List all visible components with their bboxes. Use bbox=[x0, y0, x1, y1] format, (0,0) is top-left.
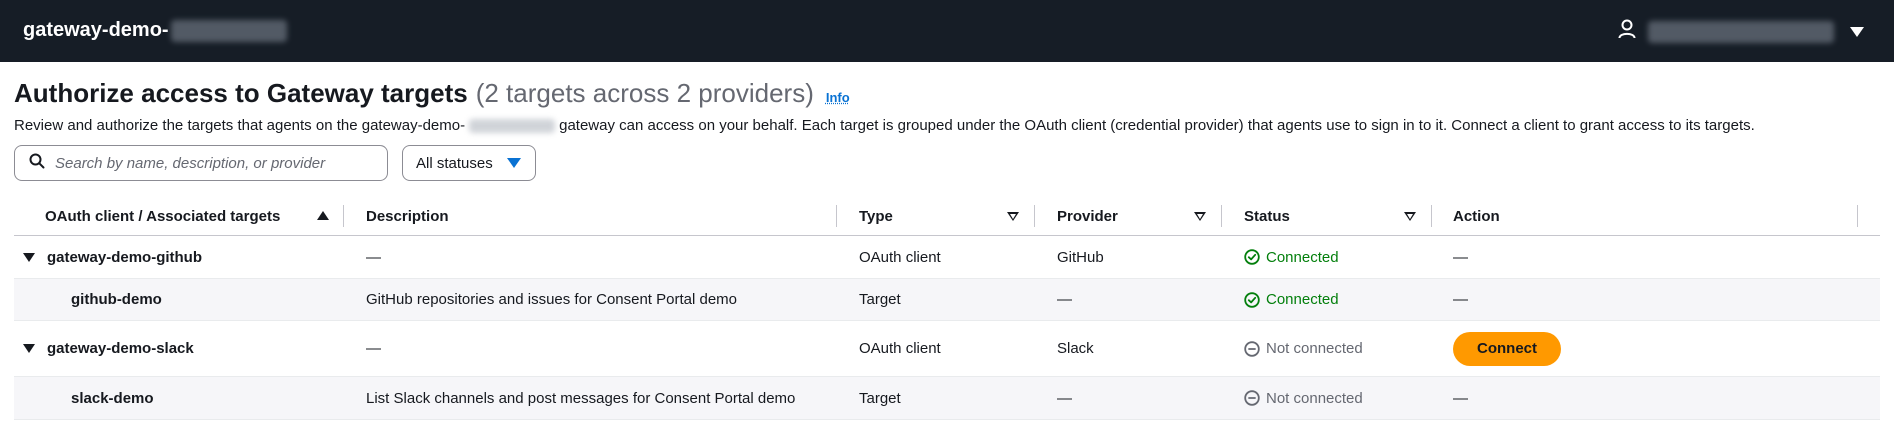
table-row-client: gateway-demo-github — OAuth client GitHu… bbox=[14, 236, 1880, 279]
row-provider: — bbox=[1057, 291, 1072, 308]
check-circle-icon bbox=[1244, 249, 1260, 265]
redacted-user-email bbox=[1648, 20, 1834, 43]
column-header-provider[interactable]: Provider bbox=[1057, 196, 1118, 236]
app-title[interactable]: gateway-demo- bbox=[23, 19, 287, 42]
chevron-down-icon[interactable] bbox=[1850, 26, 1864, 37]
row-name[interactable]: gateway-demo-slack bbox=[23, 321, 194, 376]
table-row-target: slack-demo List Slack channels and post … bbox=[14, 377, 1880, 420]
column-divider bbox=[1431, 205, 1432, 227]
sort-ascending-icon[interactable] bbox=[317, 211, 329, 220]
row-action: — bbox=[1453, 389, 1468, 407]
row-name: github-demo bbox=[71, 291, 162, 308]
filter-icon[interactable] bbox=[1404, 212, 1416, 221]
column-divider bbox=[1857, 205, 1858, 227]
expand-caret-icon[interactable] bbox=[23, 344, 35, 353]
column-header-description[interactable]: Description bbox=[366, 196, 449, 236]
status-filter-select[interactable]: All statuses bbox=[402, 145, 536, 181]
search-input[interactable] bbox=[55, 154, 375, 172]
expand-caret-icon[interactable] bbox=[23, 252, 35, 262]
table-row-target: github-demo GitHub repositories and issu… bbox=[14, 279, 1880, 321]
page-header: Authorize access to Gateway targets (2 t… bbox=[14, 78, 850, 109]
status-filter-value: All statuses bbox=[416, 154, 493, 172]
targets-table: OAuth client / Associated targets Descri… bbox=[14, 196, 1880, 420]
search-icon bbox=[29, 153, 45, 174]
column-header-status[interactable]: Status bbox=[1244, 196, 1290, 236]
description-start: Review and authorize the targets that ag… bbox=[14, 117, 466, 134]
row-description: — bbox=[366, 248, 381, 266]
user-menu[interactable] bbox=[1618, 19, 1864, 44]
row-action: Connect bbox=[1453, 321, 1561, 376]
app-title-text: gateway-demo- bbox=[23, 19, 169, 41]
column-header-name[interactable]: OAuth client / Associated targets bbox=[45, 196, 280, 236]
status-badge: Not connected bbox=[1244, 377, 1363, 419]
column-divider bbox=[1034, 205, 1035, 227]
row-name: slack-demo bbox=[71, 389, 154, 407]
row-type: OAuth client bbox=[859, 340, 941, 357]
row-description: — bbox=[366, 340, 381, 357]
page-count: (2 targets across 2 providers) bbox=[475, 78, 814, 108]
column-divider bbox=[836, 205, 837, 227]
row-description: List Slack channels and post messages fo… bbox=[366, 389, 796, 407]
row-action: — bbox=[1453, 291, 1468, 308]
status-badge: Connected bbox=[1244, 236, 1339, 278]
row-type: OAuth client bbox=[859, 248, 941, 266]
info-link[interactable]: Info bbox=[826, 90, 850, 105]
user-icon bbox=[1618, 19, 1636, 44]
column-divider bbox=[343, 205, 344, 227]
row-action: — bbox=[1453, 248, 1468, 266]
column-divider bbox=[1221, 205, 1222, 227]
minus-circle-icon bbox=[1244, 340, 1260, 357]
row-name[interactable]: gateway-demo-github bbox=[23, 236, 202, 278]
connect-button[interactable]: Connect bbox=[1453, 331, 1561, 366]
filter-icon[interactable] bbox=[1007, 212, 1019, 221]
row-provider: — bbox=[1057, 389, 1072, 407]
caret-down-icon bbox=[506, 158, 521, 168]
table-header: OAuth client / Associated targets Descri… bbox=[14, 196, 1880, 236]
check-circle-icon bbox=[1244, 291, 1260, 308]
row-description: GitHub repositories and issues for Conse… bbox=[366, 291, 738, 308]
row-type: Target bbox=[859, 389, 901, 407]
filter-icon[interactable] bbox=[1194, 212, 1206, 221]
row-provider: GitHub bbox=[1057, 248, 1104, 266]
description-end: gateway can access on your behalf. Each … bbox=[559, 117, 1755, 134]
status-badge: Not connected bbox=[1244, 321, 1363, 376]
redacted-gateway-id bbox=[170, 19, 287, 42]
status-badge: Connected bbox=[1244, 279, 1339, 320]
top-navigation-bar: gateway-demo- bbox=[0, 0, 1894, 62]
column-header-type[interactable]: Type bbox=[859, 196, 893, 236]
table-row-client: gateway-demo-slack — OAuth client Slack … bbox=[14, 321, 1880, 377]
page-title: Authorize access to Gateway targets bbox=[14, 78, 468, 108]
page-description: Review and authorize the targets that ag… bbox=[14, 117, 1755, 134]
row-type: Target bbox=[859, 291, 901, 308]
minus-circle-icon bbox=[1244, 390, 1260, 406]
column-header-action: Action bbox=[1453, 207, 1500, 225]
row-provider: Slack bbox=[1057, 340, 1094, 357]
search-box[interactable] bbox=[14, 145, 388, 181]
redacted-gateway-id bbox=[469, 118, 556, 133]
